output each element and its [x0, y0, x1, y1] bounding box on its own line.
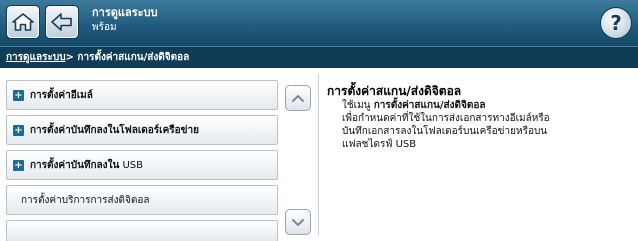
menu-item-label: การตั้งค่าบันทึกลงใน USB: [30, 159, 144, 171]
menu-item-email-setup[interactable]: + การตั้งค่าอีเมล์: [6, 80, 278, 110]
info-line-4: แฟลชไดรฟ์ USB: [342, 139, 417, 150]
menu-item-label: การตั้งค่าบริการการส่งดิจิตอล: [21, 194, 150, 206]
help-button[interactable]: ?: [600, 7, 632, 39]
info-line-1: ใช้เมนู การตั้งค่าสแกน/ส่งดิจิตอล: [342, 100, 486, 111]
help-icon: ?: [610, 11, 622, 35]
breadcrumb-current: การตั้งค่าสแกน/ส่งดิจิตอล: [77, 52, 190, 63]
title-bar: การดูแลระบบ พร้อม ?: [0, 0, 638, 46]
menu-item-empty: [6, 220, 278, 241]
plus-icon: +: [13, 124, 24, 136]
menu-item-label: การตั้งค่าอีเมล์: [30, 89, 93, 101]
panel-divider: [318, 74, 319, 236]
info-panel-text: ใช้เมนู การตั้งค่าสแกน/ส่งดิจิตอล เพื่อก…: [342, 99, 628, 151]
breadcrumb-link-admin[interactable]: การดูแลระบบ: [6, 52, 66, 63]
back-button[interactable]: [45, 5, 79, 39]
menu-item-label: การตั้งค่าบันทึกลงในโฟลเดอร์เครือข่าย: [30, 124, 199, 136]
menu-item-usb-setup[interactable]: + การตั้งค่าบันทึกลงใน USB: [6, 150, 278, 180]
breadcrumb: การดูแลระบบ> การตั้งค่าสแกน/ส่งดิจิตอล: [0, 46, 638, 68]
info-line-2: เพื่อกำหนดค่าที่ใช้ในการส่งเอกสารทางอีเม…: [342, 113, 550, 124]
scroll-down-button[interactable]: [285, 209, 311, 235]
status-text: พร้อม: [92, 22, 117, 33]
menu-item-digital-send-service[interactable]: การตั้งค่าบริการการส่งดิจิตอล: [6, 185, 278, 215]
info-line-3: บันทึกเอกสารลงในโฟลเดอร์บนเครือข่ายหรือบ…: [342, 126, 548, 137]
home-button[interactable]: [6, 5, 40, 39]
chevron-down-icon: [292, 219, 304, 226]
app-title: การดูแลระบบ: [92, 6, 158, 19]
plus-icon: +: [13, 89, 24, 101]
plus-icon: +: [13, 159, 24, 171]
back-arrow-icon: [51, 13, 72, 31]
scroll-up-button[interactable]: [285, 85, 311, 111]
breadcrumb-separator: >: [65, 52, 78, 63]
main-content: + การตั้งค่าอีเมล์ + การตั้งค่าบันทึกลงใ…: [0, 68, 638, 241]
menu-item-network-folder-setup[interactable]: + การตั้งค่าบันทึกลงในโฟลเดอร์เครือข่าย: [6, 115, 278, 145]
chevron-up-icon: [292, 95, 304, 102]
home-icon: [12, 13, 34, 31]
